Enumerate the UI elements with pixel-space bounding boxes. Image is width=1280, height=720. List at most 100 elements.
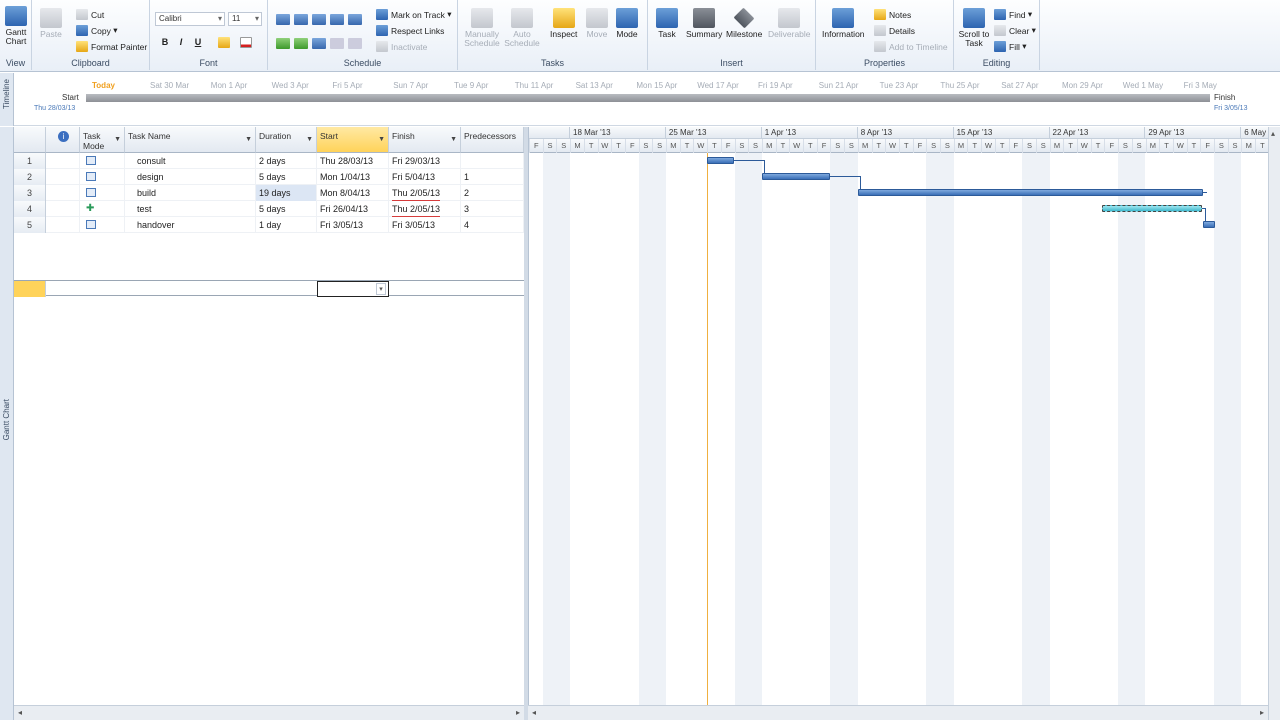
- row-number[interactable]: 1: [14, 153, 46, 169]
- row-number[interactable]: 2: [14, 169, 46, 185]
- schedule-percent-buttons[interactable]: [276, 14, 362, 25]
- bold-button[interactable]: B: [158, 35, 172, 49]
- finish-column-header[interactable]: Finish ▼: [389, 127, 461, 153]
- task-name-cell[interactable]: consult: [125, 153, 256, 169]
- indicators-column-header[interactable]: i: [46, 127, 80, 153]
- gantt-task-bar[interactable]: [858, 189, 1203, 196]
- gantt-horizontal-scrollbar[interactable]: ◂ ▸: [528, 705, 1268, 720]
- auto-schedule-button[interactable]: Auto Schedule: [504, 8, 540, 48]
- task-name-cell[interactable]: design: [125, 169, 256, 185]
- scroll-right-icon[interactable]: ▸: [516, 708, 520, 717]
- table-row[interactable]: 3 build 19 days Mon 8/04/13 Thu 2/05/13 2: [14, 185, 524, 201]
- paste-button[interactable]: Paste: [40, 8, 62, 39]
- task-pred-cell[interactable]: 2: [461, 185, 524, 201]
- task-start-cell[interactable]: Fri 26/04/13: [317, 201, 389, 217]
- timeline-bar[interactable]: [86, 94, 1210, 102]
- respect-links-button[interactable]: Respect Links: [376, 25, 444, 36]
- details-button[interactable]: Details: [874, 25, 915, 36]
- insert-task-button[interactable]: Task: [656, 8, 678, 39]
- gantt-task-bar[interactable]: [1203, 221, 1215, 228]
- task-finish-cell[interactable]: Thu 2/05/13: [389, 201, 461, 217]
- gantt-chart-button[interactable]: Gantt Chart: [3, 6, 29, 46]
- active-row-number[interactable]: [14, 281, 46, 297]
- start-date-editor[interactable]: ▾: [317, 281, 389, 297]
- task-mode-cell[interactable]: [80, 185, 125, 201]
- insert-summary-button[interactable]: Summary: [686, 8, 722, 39]
- task-start-cell[interactable]: Mon 8/04/13: [317, 185, 389, 201]
- select-all-corner[interactable]: [14, 127, 46, 153]
- cut-button[interactable]: Cut: [76, 9, 104, 20]
- insert-deliverable-button[interactable]: Deliverable: [768, 8, 811, 39]
- task-name-cell[interactable]: handover: [125, 217, 256, 233]
- gantt-task-bar[interactable]: [1102, 205, 1202, 212]
- task-mode-cell[interactable]: ✚: [80, 201, 125, 217]
- information-button[interactable]: Information: [822, 8, 865, 39]
- scroll-up-icon[interactable]: ▴: [1271, 129, 1275, 138]
- task-mode-cell[interactable]: [80, 169, 125, 185]
- task-mode-column-header[interactable]: Task Mode ▼: [80, 127, 125, 153]
- task-pred-cell[interactable]: 4: [461, 217, 524, 233]
- scroll-left-icon[interactable]: ◂: [532, 708, 536, 717]
- scroll-right-icon[interactable]: ▸: [1260, 708, 1264, 717]
- fill-button[interactable]: Fill ▾: [994, 41, 1027, 52]
- task-name-cell[interactable]: test: [125, 201, 256, 217]
- mark-on-track-button[interactable]: Mark on Track ▾: [376, 9, 452, 20]
- mode-button[interactable]: Mode: [616, 8, 638, 39]
- scroll-to-task-button[interactable]: Scroll to Task: [958, 8, 990, 48]
- duration-column-header[interactable]: Duration ▼: [256, 127, 317, 153]
- chevron-down-icon[interactable]: ▾: [376, 283, 386, 295]
- scroll-left-icon[interactable]: ◂: [18, 708, 22, 717]
- add-to-timeline-button[interactable]: Add to Timeline: [874, 41, 948, 52]
- gantt-task-bar[interactable]: [762, 173, 830, 180]
- task-duration-cell[interactable]: 5 days: [256, 169, 317, 185]
- gantt-task-bar[interactable]: [707, 157, 734, 164]
- task-duration-cell[interactable]: 1 day: [256, 217, 317, 233]
- task-mode-cell[interactable]: [80, 217, 125, 233]
- task-start-cell[interactable]: Fri 3/05/13: [317, 217, 389, 233]
- font-size-select[interactable]: 11: [228, 12, 262, 26]
- underline-button[interactable]: U: [191, 35, 205, 49]
- task-pred-cell[interactable]: [461, 153, 524, 169]
- task-finish-cell[interactable]: Fri 3/05/13: [389, 217, 461, 233]
- notes-button[interactable]: Notes: [874, 9, 911, 20]
- insert-milestone-button[interactable]: Milestone: [726, 7, 762, 39]
- active-row[interactable]: ▾: [14, 280, 524, 297]
- task-duration-cell[interactable]: 2 days: [256, 153, 317, 169]
- table-row[interactable]: 5 handover 1 day Fri 3/05/13 Fri 3/05/13 4: [14, 217, 524, 233]
- task-finish-cell[interactable]: Thu 2/05/13: [389, 185, 461, 201]
- task-finish-cell[interactable]: Fri 5/04/13: [389, 169, 461, 185]
- copy-button[interactable]: Copy ▾: [76, 25, 117, 36]
- task-finish-cell[interactable]: Fri 29/03/13: [389, 153, 461, 169]
- task-pred-cell[interactable]: 1: [461, 169, 524, 185]
- task-pred-cell[interactable]: 3: [461, 201, 524, 217]
- inspect-button[interactable]: Inspect: [550, 8, 577, 39]
- task-name-cell[interactable]: build: [125, 185, 256, 201]
- start-column-header[interactable]: Start ▼: [317, 127, 389, 153]
- font-color-button[interactable]: [240, 37, 255, 48]
- format-painter-button[interactable]: Format Painter: [76, 41, 147, 52]
- task-name-column-header[interactable]: Task Name ▼: [125, 127, 256, 153]
- move-button[interactable]: Move: [586, 8, 608, 39]
- manually-schedule-button[interactable]: Manually Schedule: [464, 8, 500, 48]
- task-duration-cell[interactable]: 5 days: [256, 201, 317, 217]
- task-duration-cell[interactable]: 19 days: [256, 185, 317, 201]
- schedule-link-buttons[interactable]: [276, 38, 362, 49]
- find-button[interactable]: Find ▾: [994, 9, 1032, 20]
- vertical-scrollbar[interactable]: ▴: [1268, 127, 1280, 720]
- clear-button[interactable]: Clear ▾: [994, 25, 1036, 36]
- table-row[interactable]: 1 consult 2 days Thu 28/03/13 Fri 29/03/13: [14, 153, 524, 169]
- italic-button[interactable]: I: [174, 35, 188, 49]
- task-start-cell[interactable]: Mon 1/04/13: [317, 169, 389, 185]
- table-row[interactable]: 2 design 5 days Mon 1/04/13 Fri 5/04/13 1: [14, 169, 524, 185]
- highlight-color-button[interactable]: [218, 37, 233, 48]
- task-mode-cell[interactable]: [80, 153, 125, 169]
- task-start-cell[interactable]: Thu 28/03/13: [317, 153, 389, 169]
- row-number[interactable]: 3: [14, 185, 46, 201]
- table-row[interactable]: 4 ✚ test 5 days Fri 26/04/13 Thu 2/05/13 3: [14, 201, 524, 217]
- row-number[interactable]: 5: [14, 217, 46, 233]
- font-family-select[interactable]: Calibri: [155, 12, 225, 26]
- row-number[interactable]: 4: [14, 201, 46, 217]
- grid-horizontal-scrollbar[interactable]: ◂ ▸: [14, 705, 524, 720]
- predecessors-column-header[interactable]: Predecessors: [461, 127, 524, 153]
- inactivate-button[interactable]: Inactivate: [376, 41, 427, 52]
